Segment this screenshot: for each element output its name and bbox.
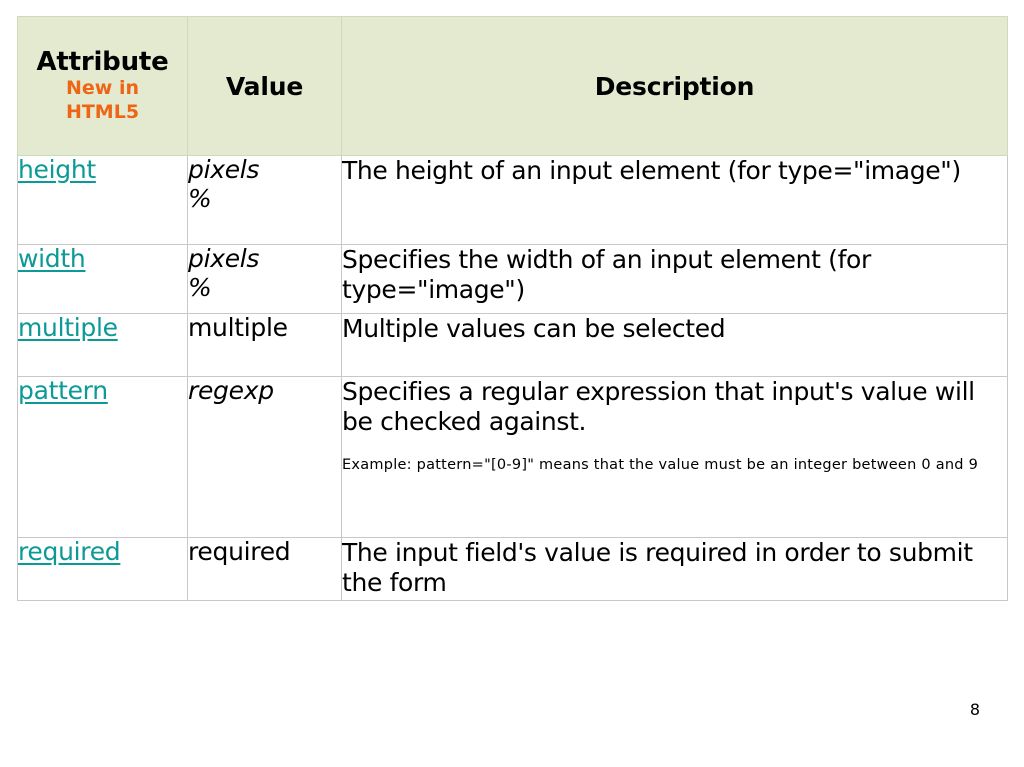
value-cell: pixels % bbox=[187, 244, 342, 314]
table-row: multiple multiple Multiple values can be… bbox=[17, 313, 1008, 377]
column-header-value: Value bbox=[187, 16, 342, 156]
attribute-cell: pattern bbox=[17, 376, 188, 538]
attribute-link-multiple[interactable]: multiple bbox=[18, 313, 118, 342]
attribute-cell: width bbox=[17, 244, 188, 314]
description-cell: Multiple values can be selected bbox=[341, 313, 1008, 377]
table-row: required required The input field's valu… bbox=[17, 537, 1008, 601]
attribute-cell: required bbox=[17, 537, 188, 601]
description-text: Multiple values can be selected bbox=[342, 314, 726, 343]
value-line: required bbox=[188, 537, 291, 566]
table-header-row: Attribute New in HTML5 Value Description bbox=[17, 16, 1008, 156]
description-example-text: Example: pattern="[0-9]" means that the … bbox=[342, 457, 979, 473]
value-line: regexp bbox=[188, 376, 274, 405]
description-cell: The height of an input element (for type… bbox=[341, 155, 1008, 245]
attribute-cell: height bbox=[17, 155, 188, 245]
value-cell: multiple bbox=[187, 313, 342, 377]
description-text: Specifies a regular expression that inpu… bbox=[342, 377, 975, 436]
column-header-attribute: Attribute New in HTML5 bbox=[17, 16, 188, 156]
table-header: Attribute New in HTML5 Value Description bbox=[17, 16, 1008, 156]
description-text: The height of an input element (for type… bbox=[342, 156, 961, 185]
attribute-link-height[interactable]: height bbox=[18, 155, 96, 184]
column-header-description-label: Description bbox=[594, 71, 755, 101]
value-line: % bbox=[188, 183, 212, 213]
value-line: % bbox=[188, 272, 212, 302]
table-body: height pixels % The height of an input e… bbox=[17, 155, 1008, 601]
table-row: pattern regexp Specifies a regular expre… bbox=[17, 376, 1008, 538]
attribute-cell: multiple bbox=[17, 313, 188, 377]
column-header-attribute-title: Attribute bbox=[36, 47, 169, 78]
page-number: 8 bbox=[969, 700, 980, 719]
value-line: pixels bbox=[188, 244, 260, 273]
column-header-description: Description bbox=[341, 16, 1008, 156]
column-header-attribute-badge-line1: New in bbox=[66, 77, 139, 100]
value-cell: required bbox=[187, 537, 342, 601]
table-row: height pixels % The height of an input e… bbox=[17, 155, 1008, 245]
column-header-attribute-badge-line2: HTML5 bbox=[65, 101, 140, 124]
description-cell: Specifies the width of an input element … bbox=[341, 244, 1008, 314]
attribute-link-pattern[interactable]: pattern bbox=[18, 376, 108, 405]
description-cell: The input field's value is required in o… bbox=[341, 537, 1008, 601]
description-cell: Specifies a regular expression that inpu… bbox=[341, 376, 1008, 538]
attribute-link-required[interactable]: required bbox=[18, 537, 121, 566]
html5-input-attributes-table: Attribute New in HTML5 Value Description… bbox=[17, 16, 1008, 601]
value-cell: regexp bbox=[187, 376, 342, 538]
column-header-value-label: Value bbox=[225, 71, 304, 101]
description-text: Specifies the width of an input element … bbox=[342, 245, 871, 304]
value-line: pixels bbox=[188, 155, 260, 184]
value-cell: pixels % bbox=[187, 155, 342, 245]
slide-canvas: Attribute New in HTML5 Value Description… bbox=[0, 0, 1024, 767]
value-line: multiple bbox=[188, 313, 288, 342]
table-row: width pixels % Specifies the width of an… bbox=[17, 244, 1008, 314]
attribute-link-width[interactable]: width bbox=[18, 244, 86, 273]
description-text: The input field's value is required in o… bbox=[342, 538, 973, 597]
